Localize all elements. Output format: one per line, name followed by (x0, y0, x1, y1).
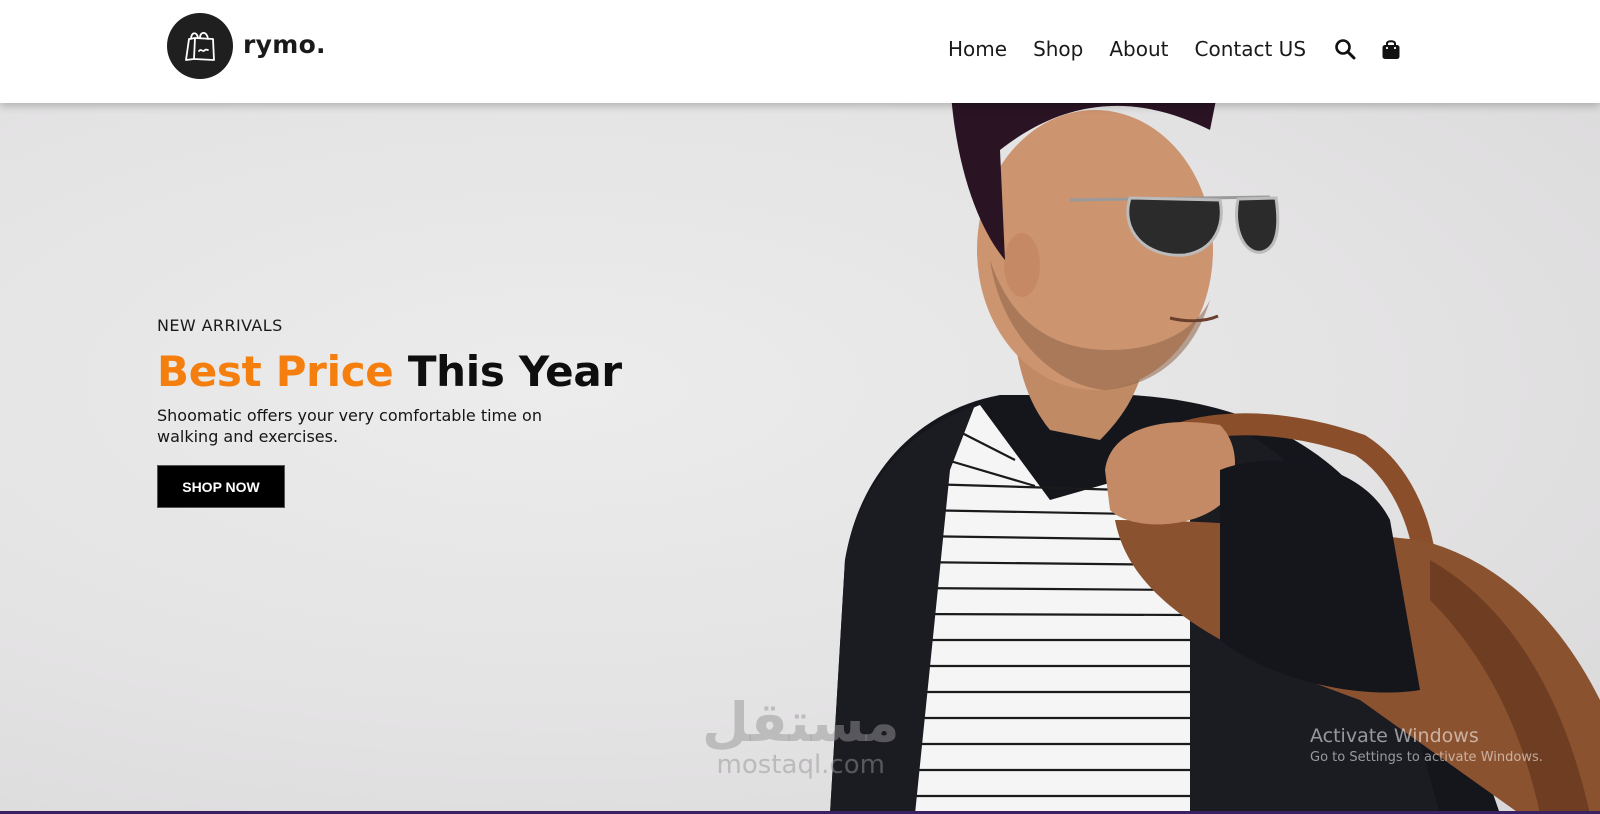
headline-rest: This Year (407, 347, 622, 396)
nav-home[interactable]: Home (948, 34, 1007, 64)
nav-shop[interactable]: Shop (1033, 34, 1083, 64)
brand-name: rymo. (243, 29, 326, 59)
hero-subtitle: Shoomatic offers your very comfortable t… (157, 406, 542, 446)
nav-contact[interactable]: Contact US (1195, 34, 1307, 64)
brand-logo[interactable]: rymo. (167, 13, 326, 79)
hero-headline: Best Price This Year (157, 344, 622, 400)
watermark-arabic: مستقل (702, 691, 900, 754)
shop-now-button[interactable]: SHOP NOW (157, 465, 285, 508)
activate-windows-watermark: Activate Windows Go to Settings to activ… (1310, 724, 1543, 768)
main-nav: Home Shop About Contact US (948, 34, 1404, 64)
activate-windows-subtitle: Go to Settings to activate Windows. (1310, 750, 1543, 765)
cart-bag-icon[interactable] (1378, 36, 1404, 62)
search-icon[interactable] (1332, 36, 1358, 62)
shopping-bag-icon (167, 13, 233, 79)
watermark-latin: mostaql.com (716, 750, 885, 780)
mostaql-watermark: مستقل mostaql.com (702, 691, 900, 780)
nav-about[interactable]: About (1109, 34, 1168, 64)
headline-accent: Best Price (157, 347, 394, 396)
site-header: rymo. Home Shop About Contact US (0, 0, 1600, 103)
hero-model-image (830, 103, 1600, 811)
activate-windows-title: Activate Windows (1310, 725, 1479, 747)
hero-eyebrow: NEW ARRIVALS (157, 316, 283, 335)
